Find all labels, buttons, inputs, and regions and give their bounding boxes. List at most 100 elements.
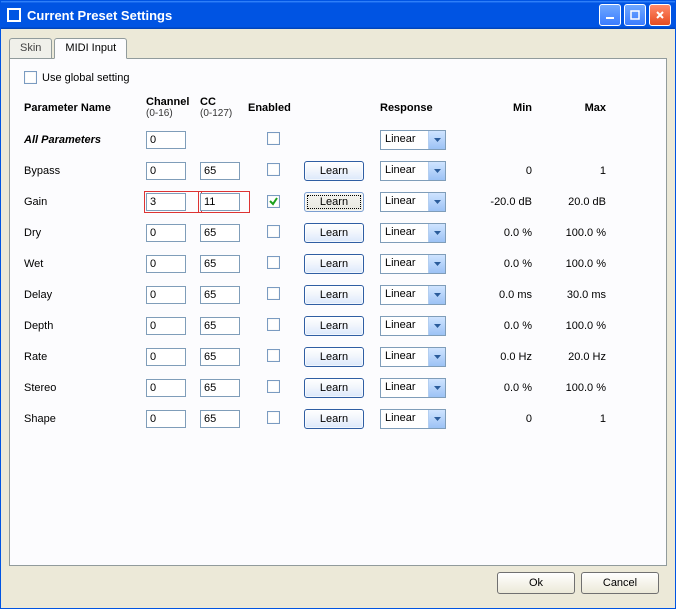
cancel-button[interactable]: Cancel <box>581 572 659 594</box>
use-global-checkbox[interactable] <box>24 71 37 84</box>
enabled-checkbox[interactable] <box>267 225 280 238</box>
tabstrip: Skin MIDI Input <box>9 37 667 58</box>
learn-button[interactable]: Learn <box>304 223 364 243</box>
response-select[interactable]: Linear <box>380 316 446 336</box>
min-value: 0.0 Hz <box>464 351 538 363</box>
min-value: 0.0 % <box>464 227 538 239</box>
hdr-enabled: Enabled <box>248 102 304 114</box>
enabled-checkbox[interactable] <box>267 411 280 424</box>
use-global-row: Use global setting <box>24 71 652 84</box>
minimize-icon <box>605 10 615 20</box>
chevron-down-icon <box>428 317 445 335</box>
max-value: 100.0 % <box>538 227 612 239</box>
param-grid: Parameter Name Channel(0-16) CC(0-127) E… <box>24 96 652 429</box>
tab-midi-input[interactable]: MIDI Input <box>54 38 127 59</box>
all-channel-input[interactable] <box>146 131 186 149</box>
channel-input[interactable] <box>146 193 186 211</box>
chevron-down-icon <box>428 193 445 211</box>
learn-button[interactable]: Learn <box>304 409 364 429</box>
min-value: 0.0 ms <box>464 289 538 301</box>
learn-button[interactable]: Learn <box>304 347 364 367</box>
cc-input[interactable] <box>200 317 240 335</box>
close-button[interactable] <box>649 4 671 26</box>
channel-input[interactable] <box>146 224 186 242</box>
response-select[interactable]: Linear <box>380 192 446 212</box>
param-name: Wet <box>24 258 146 270</box>
param-name: Delay <box>24 289 146 301</box>
cc-input[interactable] <box>200 379 240 397</box>
max-value: 20.0 dB <box>538 196 612 208</box>
hdr-response: Response <box>380 102 464 114</box>
chevron-down-icon <box>428 224 445 242</box>
learn-button[interactable]: Learn <box>304 316 364 336</box>
ok-button[interactable]: Ok <box>497 572 575 594</box>
maximize-icon <box>630 10 640 20</box>
channel-input[interactable] <box>146 348 186 366</box>
chevron-down-icon <box>428 162 445 180</box>
chevron-down-icon <box>428 410 445 428</box>
tab-skin[interactable]: Skin <box>9 38 52 59</box>
cc-input[interactable] <box>200 224 240 242</box>
max-value: 1 <box>538 413 612 425</box>
channel-input[interactable] <box>146 286 186 304</box>
client-area: Skin MIDI Input Use global setting Param… <box>1 29 675 608</box>
enabled-checkbox[interactable] <box>267 287 280 300</box>
all-response-select[interactable]: Linear <box>380 130 446 150</box>
learn-button[interactable]: Learn <box>304 378 364 398</box>
channel-input[interactable] <box>146 317 186 335</box>
window-buttons <box>599 4 671 26</box>
cc-input[interactable] <box>200 193 240 211</box>
param-name: Dry <box>24 227 146 239</box>
chevron-down-icon <box>428 255 445 273</box>
minimize-button[interactable] <box>599 4 621 26</box>
all-parameters-label: All Parameters <box>24 134 146 146</box>
learn-button[interactable]: Learn <box>304 192 364 212</box>
window-title: Current Preset Settings <box>27 8 599 23</box>
cc-input[interactable] <box>200 255 240 273</box>
cc-input[interactable] <box>200 286 240 304</box>
response-select[interactable]: Linear <box>380 161 446 181</box>
channel-input[interactable] <box>146 379 186 397</box>
response-select[interactable]: Linear <box>380 223 446 243</box>
enabled-checkbox[interactable] <box>267 256 280 269</box>
channel-input[interactable] <box>146 255 186 273</box>
enabled-checkbox[interactable] <box>267 349 280 362</box>
response-select[interactable]: Linear <box>380 347 446 367</box>
maximize-button[interactable] <box>624 4 646 26</box>
cc-input[interactable] <box>200 162 240 180</box>
max-value: 100.0 % <box>538 382 612 394</box>
learn-button[interactable]: Learn <box>304 285 364 305</box>
param-name: Depth <box>24 320 146 332</box>
learn-button[interactable]: Learn <box>304 161 364 181</box>
max-value: 100.0 % <box>538 258 612 270</box>
hdr-max: Max <box>538 102 612 114</box>
chevron-down-icon <box>428 348 445 366</box>
min-value: 0 <box>464 413 538 425</box>
min-value: 0.0 % <box>464 382 538 394</box>
min-value: -20.0 dB <box>464 196 538 208</box>
button-bar: Ok Cancel <box>9 566 667 604</box>
response-select[interactable]: Linear <box>380 409 446 429</box>
channel-input[interactable] <box>146 162 186 180</box>
param-name: Gain <box>24 196 146 208</box>
cc-input[interactable] <box>200 410 240 428</box>
hdr-min: Min <box>464 102 538 114</box>
cc-input[interactable] <box>200 348 240 366</box>
param-name: Bypass <box>24 165 146 177</box>
enabled-checkbox[interactable] <box>267 318 280 331</box>
max-value: 30.0 ms <box>538 289 612 301</box>
response-select[interactable]: Linear <box>380 378 446 398</box>
param-name: Rate <box>24 351 146 363</box>
response-select[interactable]: Linear <box>380 285 446 305</box>
enabled-checkbox[interactable] <box>267 380 280 393</box>
channel-input[interactable] <box>146 410 186 428</box>
param-name: Stereo <box>24 382 146 394</box>
chevron-down-icon <box>428 131 445 149</box>
all-enabled-checkbox[interactable] <box>267 132 280 145</box>
tab-panel-midi: Use global setting Parameter Name Channe… <box>9 58 667 566</box>
enabled-checkbox[interactable] <box>267 163 280 176</box>
response-select[interactable]: Linear <box>380 254 446 274</box>
enabled-checkbox[interactable] <box>267 195 280 208</box>
chevron-down-icon <box>428 286 445 304</box>
learn-button[interactable]: Learn <box>304 254 364 274</box>
